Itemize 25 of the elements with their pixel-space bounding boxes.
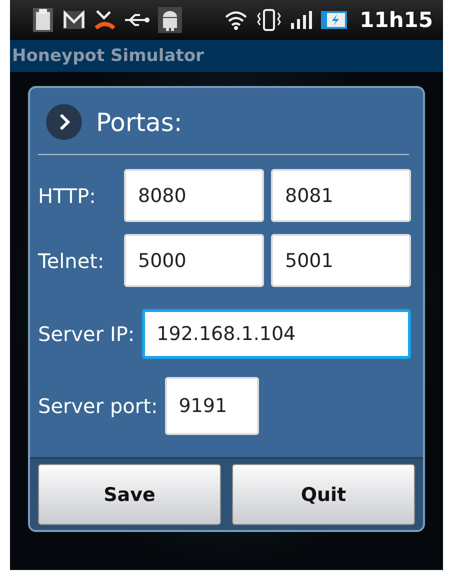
input-field[interactable]: 192.168.1.104 bbox=[142, 309, 411, 359]
field-label: Server IP: bbox=[38, 322, 135, 346]
chevron-icon bbox=[46, 104, 82, 140]
input-field[interactable]: 8081 bbox=[271, 169, 411, 222]
android-icon bbox=[158, 7, 182, 33]
input-field[interactable]: 5000 bbox=[124, 234, 264, 287]
save-button[interactable]: Save bbox=[38, 464, 221, 525]
field-label: Server port: bbox=[38, 394, 158, 418]
app-title: Honeypot Simulator bbox=[12, 46, 204, 66]
input-field[interactable]: 8080 bbox=[124, 169, 264, 222]
usb-icon bbox=[124, 12, 150, 28]
mail-icon bbox=[62, 9, 86, 31]
dialog-title: Portas: bbox=[96, 108, 182, 136]
clipboard-icon bbox=[32, 7, 54, 33]
clock: 11h15 bbox=[360, 8, 433, 32]
field-label: Telnet: bbox=[38, 248, 106, 272]
field-label: HTTP: bbox=[38, 184, 97, 208]
quit-button[interactable]: Quit bbox=[232, 464, 415, 525]
wifi-icon bbox=[224, 9, 248, 31]
vibrate-icon bbox=[256, 8, 282, 32]
missed-call-icon bbox=[94, 8, 116, 32]
input-field[interactable]: 5001 bbox=[271, 234, 411, 287]
battery-icon bbox=[320, 10, 348, 30]
signal-icon bbox=[290, 10, 312, 30]
input-field[interactable]: 9191 bbox=[164, 377, 259, 435]
